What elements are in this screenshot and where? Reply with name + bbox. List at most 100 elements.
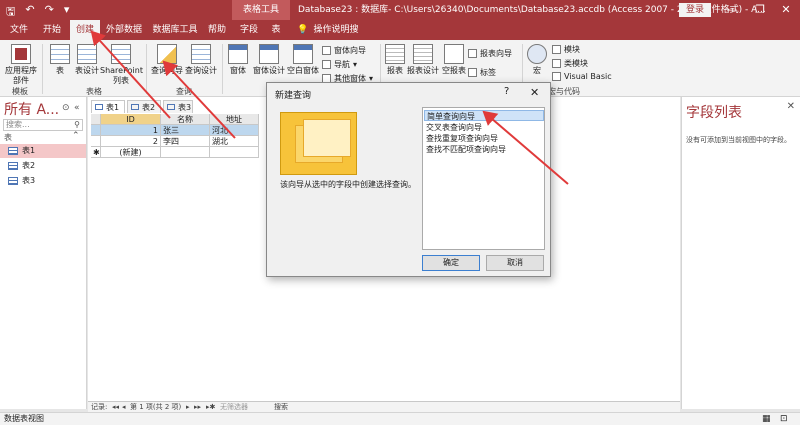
- nav-item-table1[interactable]: 表1: [0, 144, 86, 158]
- record-search-input[interactable]: 搜索: [274, 402, 288, 412]
- row-selector[interactable]: [91, 125, 101, 136]
- form-design-icon: [259, 44, 279, 64]
- class-module-button[interactable]: 类模块: [552, 58, 588, 69]
- first-record-button[interactable]: ◂◂: [112, 402, 119, 412]
- tab-database-tools[interactable]: 数据库工具: [150, 20, 200, 40]
- doc-tab-table3[interactable]: 表3: [163, 100, 193, 113]
- select-all-corner[interactable]: [91, 114, 101, 125]
- tell-me-search[interactable]: 操作说明搜索: [312, 20, 360, 55]
- cell-new[interactable]: (新建): [101, 147, 161, 158]
- status-bar: 数据表视图 ▦ ⊡: [0, 412, 800, 425]
- ok-button[interactable]: 确定: [422, 255, 480, 271]
- query-design-button[interactable]: 查询设计: [184, 44, 218, 76]
- next-record-button[interactable]: ▸: [186, 402, 190, 412]
- query-wizard-icon: [157, 44, 177, 64]
- list-item-find-duplicates[interactable]: 查找重复项查询向导: [424, 133, 544, 144]
- sharepoint-lists-button[interactable]: SharePoint 列表: [100, 44, 143, 86]
- app-parts-button[interactable]: 应用程序 部件: [5, 44, 37, 86]
- close-button[interactable]: ✕: [772, 0, 800, 20]
- cell-name[interactable]: 张三: [161, 125, 210, 136]
- last-record-button[interactable]: ▸▸: [194, 402, 201, 412]
- datasheet-view-icon[interactable]: ▦: [762, 413, 771, 425]
- module-button[interactable]: 模块: [552, 44, 580, 55]
- table-icon: [8, 177, 18, 185]
- query-wizard-list[interactable]: 简单查询向导 交叉表查询向导 查找重复项查询向导 查找不匹配项查询向导: [422, 107, 545, 250]
- current-record-field[interactable]: 第 1 项(共 2 项): [130, 402, 181, 412]
- macro-button[interactable]: 宏: [526, 44, 548, 76]
- form-wizard-button[interactable]: 窗体向导: [322, 45, 366, 56]
- tab-table[interactable]: 表: [266, 20, 286, 40]
- design-view-icon[interactable]: ⊡: [780, 413, 788, 425]
- restore-button[interactable]: ❐: [746, 0, 774, 20]
- nav-item-table3[interactable]: 表3: [0, 174, 86, 188]
- nav-menu-icon[interactable]: ⊙: [62, 103, 70, 113]
- cell-id[interactable]: 1: [101, 125, 161, 136]
- form-button[interactable]: 窗体: [226, 44, 250, 76]
- report-wizard-icon: [468, 49, 477, 58]
- nav-pane-title[interactable]: 所有 A...: [4, 99, 59, 119]
- nav-section-tables[interactable]: 表: [4, 132, 12, 143]
- cell-name[interactable]: 李四: [161, 136, 210, 147]
- group-label-queries: 查询: [176, 87, 192, 96]
- macro-icon: [527, 44, 547, 64]
- table-design-button[interactable]: 表设计: [74, 44, 100, 76]
- form-wizard-icon: [322, 46, 331, 55]
- tab-home[interactable]: 开始: [38, 20, 66, 40]
- tab-file[interactable]: 文件: [6, 20, 32, 40]
- list-item-crosstab-query[interactable]: 交叉表查询向导: [424, 122, 544, 133]
- table-row[interactable]: 2 李四 湖北: [91, 136, 259, 147]
- form-icon: [228, 44, 248, 64]
- table-row[interactable]: 1 张三 河北: [91, 125, 259, 136]
- collapse-pane-icon[interactable]: «: [74, 103, 80, 113]
- tab-external-data[interactable]: 外部数据: [104, 20, 144, 40]
- list-item-simple-query[interactable]: 简单查询向导: [424, 110, 544, 121]
- query-wizard-button[interactable]: 查询向导: [150, 44, 184, 76]
- cell-address[interactable]: 河北: [210, 125, 259, 136]
- column-header-id[interactable]: ID: [101, 114, 161, 125]
- nav-item-table2[interactable]: 表2: [0, 159, 86, 173]
- close-icon[interactable]: ✕: [787, 101, 795, 112]
- navigation-form-button[interactable]: 导航 ▾: [322, 59, 357, 70]
- blank-form-button[interactable]: 空白窗体: [286, 44, 320, 76]
- report-icon: [385, 44, 405, 64]
- minimize-button[interactable]: —: [718, 0, 746, 20]
- row-selector[interactable]: [91, 136, 101, 147]
- new-record-button[interactable]: ▸✱: [206, 402, 215, 412]
- labels-button[interactable]: 标签: [468, 67, 496, 78]
- help-button[interactable]: ?: [504, 86, 509, 97]
- doc-tab-table2[interactable]: 表2: [127, 100, 161, 113]
- form-design-button[interactable]: 窗体设计: [252, 44, 286, 76]
- cell-address[interactable]: 湖北: [210, 136, 259, 147]
- report-design-button[interactable]: 报表设计: [406, 44, 440, 76]
- nav-search-input[interactable]: 搜索... ⚲: [3, 119, 83, 131]
- cell-id[interactable]: 2: [101, 136, 161, 147]
- doc-tab-table1[interactable]: 表1: [91, 100, 125, 113]
- tab-help[interactable]: 帮助: [204, 20, 230, 40]
- previous-record-button[interactable]: ◂: [122, 402, 126, 412]
- report-design-icon: [413, 44, 433, 64]
- tab-fields[interactable]: 字段: [236, 20, 262, 40]
- labels-icon: [468, 68, 477, 77]
- login-button[interactable]: 登录: [679, 3, 711, 17]
- chevron-up-icon[interactable]: ⌃: [72, 131, 80, 141]
- column-header-address[interactable]: 地址: [210, 114, 259, 125]
- search-icon[interactable]: ⚲: [74, 120, 80, 130]
- new-record-row[interactable]: ✱ (新建): [91, 147, 259, 158]
- report-wizard-button[interactable]: 报表向导: [468, 48, 512, 59]
- chevron-down-icon: ▾: [353, 60, 358, 69]
- report-button[interactable]: 报表: [384, 44, 406, 76]
- dialog-close-button[interactable]: ✕: [530, 86, 539, 99]
- blank-report-button[interactable]: 空报表: [440, 44, 468, 76]
- new-query-dialog: 新建查询 ? ✕ 该向导从选中的字段中创建选择查询。 简单查询向导 交叉表查询向…: [266, 82, 551, 277]
- visual-basic-button[interactable]: Visual Basic: [552, 72, 612, 81]
- table-icon: [50, 44, 70, 64]
- title-bar: 🖫 ↶ ↷ ▾ 表格工具 Database23 : 数据库- C:\Users\…: [0, 0, 800, 20]
- table-button[interactable]: 表: [48, 44, 72, 76]
- query-design-icon: [191, 44, 211, 64]
- tab-create[interactable]: 创建: [70, 20, 100, 40]
- column-header-name[interactable]: 名称: [161, 114, 210, 125]
- cancel-button[interactable]: 取消: [486, 255, 544, 271]
- sharepoint-icon: [111, 44, 131, 64]
- filter-indicator[interactable]: 无筛选器: [220, 402, 248, 412]
- list-item-find-unmatched[interactable]: 查找不匹配项查询向导: [424, 144, 544, 155]
